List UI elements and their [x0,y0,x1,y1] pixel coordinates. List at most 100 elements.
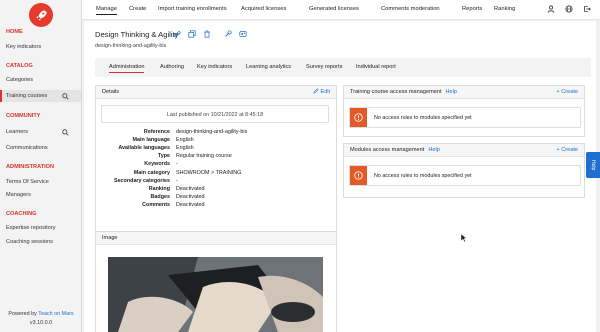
detail-row: Badges Deactivated [96,194,336,202]
brand-link[interactable]: Teach on Mars [38,311,73,317]
help-tab[interactable]: Help [586,152,600,178]
link-icon[interactable] [173,30,181,38]
search-icon[interactable] [62,129,69,136]
duplicate-icon[interactable] [188,30,196,38]
tab-learning-analytics[interactable]: Learning analytics [246,64,291,70]
detail-row: Comments Deactivated [96,202,336,210]
user-icon[interactable] [547,5,555,13]
edit-button[interactable]: Edit [313,86,330,99]
tc-access-header: Training course access management Help + … [344,86,584,99]
nav-reports[interactable]: Reports [462,6,482,12]
tab-bar: Administration Authoring Key indicators … [95,58,591,77]
tab-key-indicators[interactable]: Key indicators [197,64,232,70]
powered-by: Powered by Teach on Mars [8,311,74,317]
section-home: HOME [6,29,23,35]
section-catalog: CATALOG [6,63,33,69]
warning-icon [350,108,367,127]
detail-key: Badges [150,193,170,200]
detail-row: Ranking Deactivated [96,186,336,194]
nav-acquired-licenses[interactable]: Acquired licenses [241,6,286,12]
tab-administration[interactable]: Administration [109,64,145,73]
pencil-icon [313,88,319,94]
nav-create[interactable]: Create [129,6,146,12]
page-reference: design-thinking-and-agility-bis [95,43,167,49]
sidebar-item-key-indicators[interactable]: Key indicators [0,41,81,53]
tab-survey-reports[interactable]: Survey reports [306,64,342,70]
sidebar-item-training-courses[interactable]: Training courses [0,90,81,102]
nav-import-enrollments[interactable]: Import training enrollments [158,6,227,12]
rocket-icon [35,9,47,21]
detail-row: Type Regular training course [96,153,336,161]
detail-key: Secondary categories [113,177,170,184]
tc-access-alert: No access rules to modules specified yet [349,107,581,128]
detail-row: Reference design-thinking-and-agility-bis [96,129,336,137]
nav-comments-moderation[interactable]: Comments moderation [381,6,440,12]
tab-authoring[interactable]: Authoring [160,64,184,70]
sidebar-item-learners[interactable]: Learners [0,126,81,138]
section-administration: ADMINISTRATION [6,164,55,170]
modules-access-title: Modules access management [350,147,425,153]
detail-value: English [176,137,194,144]
details-header: Details Edit [96,86,336,99]
detail-key: Type [157,153,170,160]
logout-icon[interactable] [583,5,591,13]
section-community: COMMUNITY [6,113,41,119]
tc-access-message: No access rules to modules specified yet [374,115,472,121]
sidebar-item-coaching-sessions[interactable]: Coaching sessions [0,236,81,248]
nav-ranking[interactable]: Ranking [494,6,515,12]
tc-access-help-link[interactable]: Help [446,89,458,95]
main-content: Design Thinking & Agility design-thinkin… [84,21,596,332]
page-title: Design Thinking & Agility [95,30,179,39]
sidebar-item-terms[interactable]: Terms Of Service [0,176,81,188]
sidebar-item-communications[interactable]: Communications [0,142,81,154]
nav-generated-licenses[interactable]: Generated licenses [309,6,359,12]
sidebar-item-expertise[interactable]: Expertise repository [0,222,81,234]
warning-icon [350,166,367,185]
detail-key: Comments [142,201,170,208]
detail-value: Deactivated [176,201,205,208]
search-icon[interactable] [62,93,69,100]
sidebar: HOME Key indicators CATALOG Categories T… [0,0,82,332]
details-title: Details [102,89,120,95]
published-info: Last published on 10/21/2022 at 8:45:18 [101,105,329,123]
app-logo[interactable] [29,3,53,27]
top-navbar: Manage Create Import training enrollment… [82,0,600,20]
image-panel: Image [95,231,337,332]
detail-key: Ranking [148,185,170,192]
tc-access-create-button[interactable]: + Create [556,86,578,99]
sidebar-item-categories[interactable]: Categories [0,74,81,86]
detail-row: Secondary categories - [96,178,336,186]
detail-row: Main language English [96,137,336,145]
share-icon[interactable] [239,30,247,38]
trash-icon[interactable] [203,30,211,38]
tc-access-panel: Training course access management Help + … [343,85,585,137]
nav-manage[interactable]: Manage [96,6,117,15]
modules-access-help-link[interactable]: Help [428,147,440,153]
detail-key: Available languages [118,145,170,152]
tab-individual-report[interactable]: Individual report [356,64,396,70]
modules-access-alert: No access rules to modules specified yet [349,165,581,186]
detail-value: Regular training course [176,153,232,160]
modules-access-message: No access rules to modules specified yet [374,173,472,179]
detail-row: Main category SHOWROOM > TRAINING [96,170,336,178]
detail-value: Deactivated [176,193,205,200]
course-image [108,257,323,332]
detail-value: Deactivated [176,185,205,192]
modules-access-create-button[interactable]: + Create [556,144,578,157]
detail-key: Reference [143,129,170,135]
version-label: v3.10.0.0 [29,320,53,326]
detail-key: Main language [132,137,170,144]
modules-access-panel: Modules access management Help + Create N… [343,143,585,198]
modules-access-header: Modules access management Help + Create [344,144,584,157]
mouse-cursor-icon [461,234,467,242]
tc-access-title: Training course access management [350,89,442,95]
globe-icon[interactable] [565,5,573,13]
sidebar-item-managers[interactable]: Managers [0,189,81,201]
image-header: Image [96,232,336,245]
details-panel: Details Edit Last published on 10/21/202… [95,85,337,243]
detail-key: Keywords [144,161,170,168]
detail-key: Main category [133,169,170,176]
detail-row: Keywords - [96,161,336,169]
sidebar-item-label: Training courses [6,93,48,99]
wrench-icon[interactable] [224,30,232,38]
